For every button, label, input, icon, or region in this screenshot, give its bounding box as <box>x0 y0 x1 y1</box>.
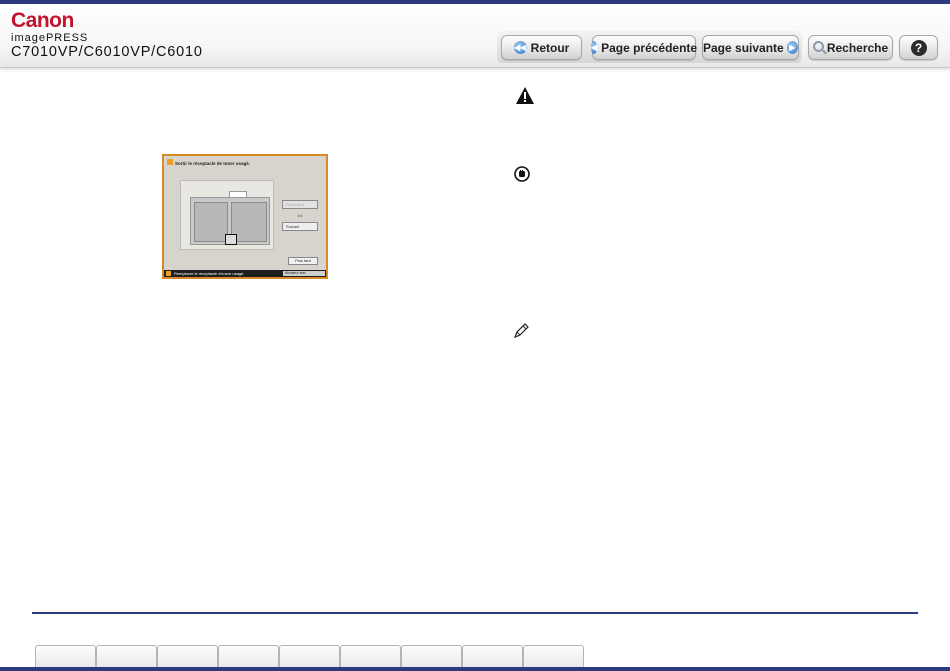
back-button[interactable]: ◀◀ Retour <box>501 35 582 60</box>
device-screen-image: Sortir le réceptacle de toner usagé. Pré… <box>162 154 328 279</box>
screen-next-button: Suivant <box>282 222 318 231</box>
screen-previous-button: Précédent <box>282 200 318 209</box>
previous-page-label: Page précédente <box>601 40 698 55</box>
screen-status-text: Remplacer le réceptacle d'encre usagé. <box>174 271 245 276</box>
help-button[interactable]: ? <box>899 35 938 60</box>
help-icon: ? <box>910 39 927 56</box>
arrow-right-icon: ▶ <box>786 41 798 54</box>
search-button-label: Recherche <box>826 40 889 55</box>
screen-monitor-button: Moniteur état <box>283 271 325 276</box>
printer-body <box>190 197 270 245</box>
important-icon <box>514 166 530 182</box>
screen-title-text: Sortir le réceptacle de toner usagé. <box>175 161 251 166</box>
warning-icon <box>516 87 534 104</box>
next-page-label: Page suivante <box>703 40 784 55</box>
screen-title: Sortir le réceptacle de toner usagé. <box>167 159 250 166</box>
toner-container-highlight <box>225 234 237 245</box>
screen-status-bar: Remplacer le réceptacle d'encre usagé. M… <box>164 270 326 277</box>
rewind-icon: ◀◀ <box>513 41 527 54</box>
printer-left-unit <box>194 202 228 242</box>
bottom-rule <box>0 667 950 671</box>
footer-divider <box>32 612 918 614</box>
printer-top-unit <box>229 191 247 198</box>
model-name: C7010VP/C6010VP/C6010 <box>11 44 203 60</box>
next-page-button[interactable]: Page suivante ▶ <box>702 35 799 60</box>
brand-logo: Canon <box>11 9 74 32</box>
back-button-label: Retour <box>530 40 570 55</box>
memo-pencil-icon <box>513 323 529 339</box>
status-warning-icon <box>166 271 171 276</box>
product-line: imagePRESS <box>11 32 89 44</box>
arrow-left-icon: ◀ <box>590 41 598 54</box>
printer-illustration <box>180 180 274 250</box>
screen-step-count: 1/4 <box>297 213 303 218</box>
header-bar: Canon imagePRESS C7010VP/C6010VP/C6010 ◀… <box>0 4 950 68</box>
previous-page-button[interactable]: ◀ Page précédente <box>590 35 698 60</box>
search-button[interactable]: Recherche <box>808 35 893 60</box>
screen-later-button: Plus tard <box>288 257 318 265</box>
search-icon <box>812 41 824 52</box>
screen-warning-icon <box>167 159 173 165</box>
